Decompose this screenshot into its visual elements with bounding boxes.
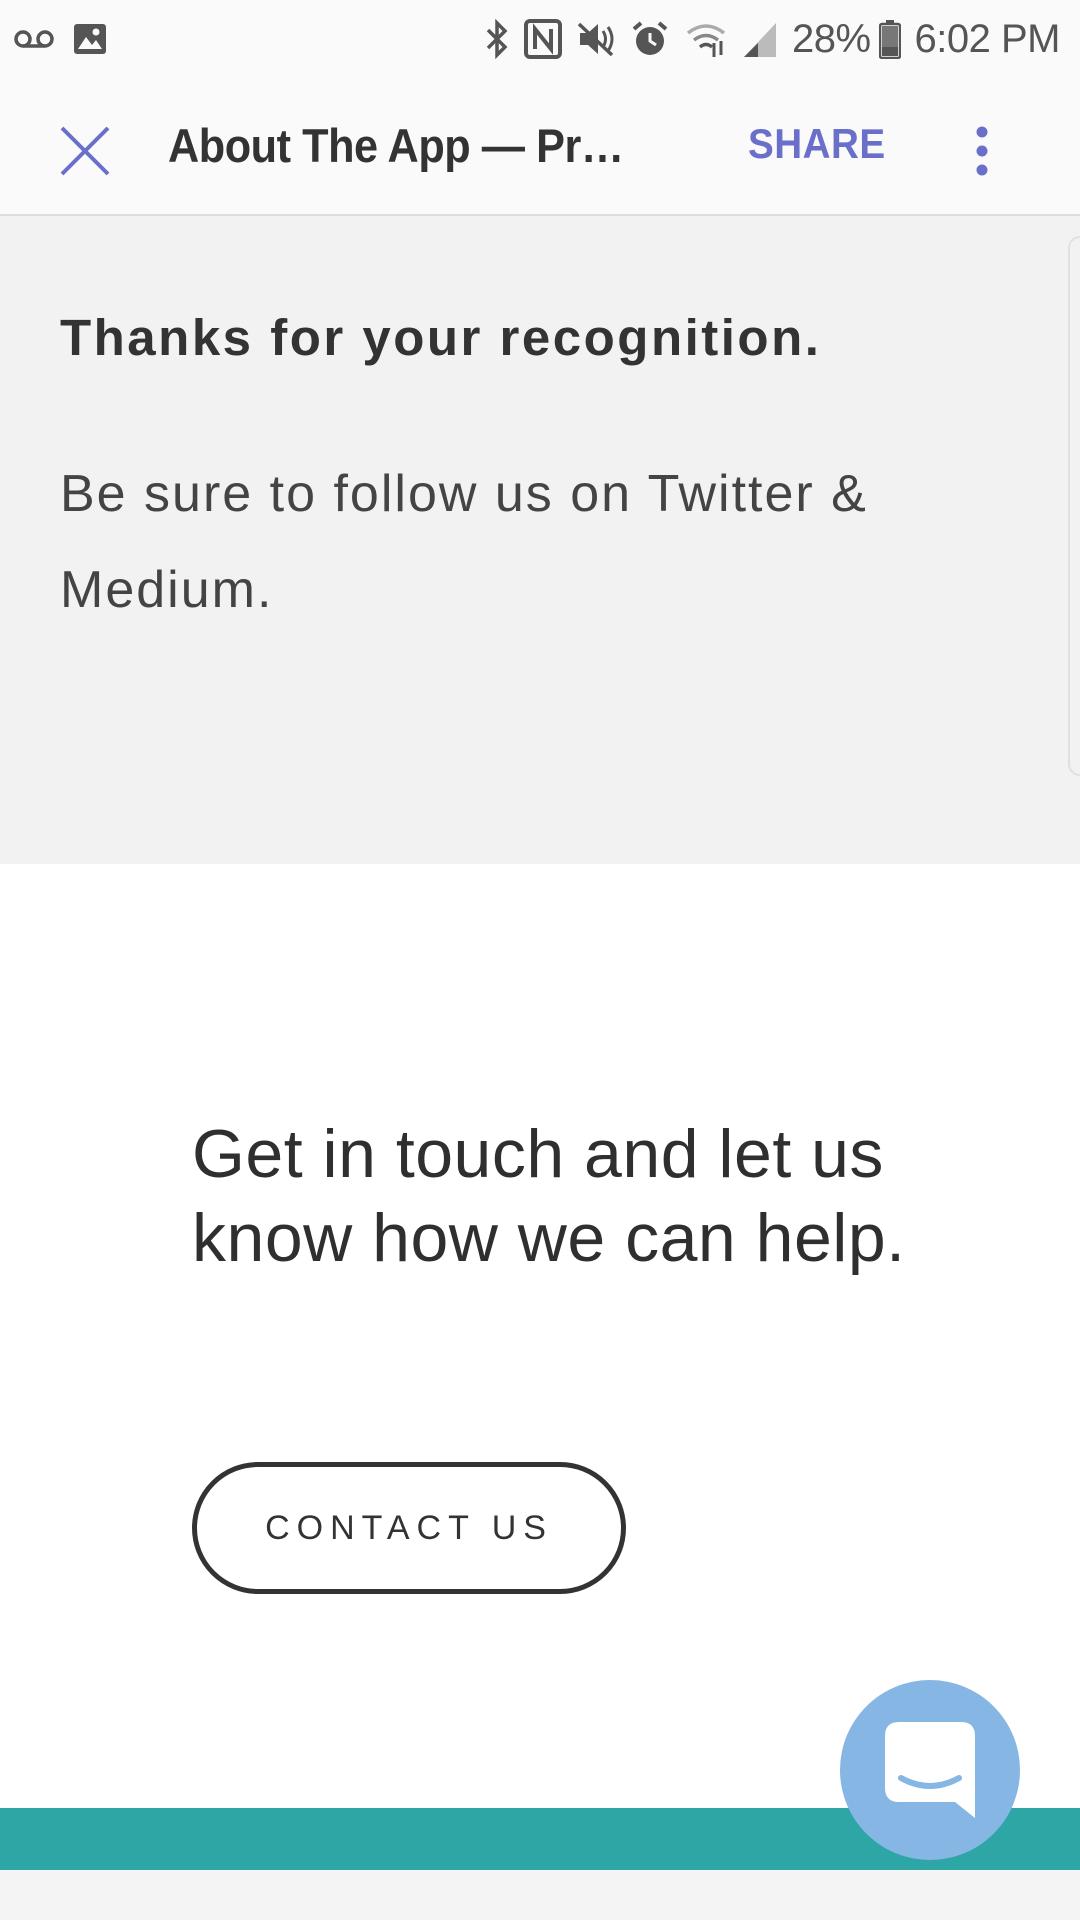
voicemail-icon <box>14 27 54 51</box>
battery-percent: 28% <box>791 16 871 61</box>
chat-icon <box>885 1722 975 1818</box>
close-icon <box>60 126 110 176</box>
more-vert-icon <box>976 126 988 176</box>
recognition-section: Thanks for your recognition. Be sure to … <box>0 216 1080 864</box>
nfc-icon <box>523 19 562 59</box>
page-title: About The App — Precision <box>168 119 628 172</box>
recognition-heading: Thanks for your recognition. <box>60 309 822 366</box>
alarm-icon <box>630 19 670 59</box>
contact-us-label: CONTACT US <box>265 1508 553 1547</box>
status-left-icons <box>14 21 126 57</box>
clock: 6:02 PM <box>914 16 1061 61</box>
more-options-button[interactable] <box>962 116 1002 186</box>
wifi-icon <box>684 19 728 59</box>
close-button[interactable] <box>50 116 120 186</box>
share-button[interactable]: SHARE <box>748 120 886 168</box>
chat-launcher-button[interactable] <box>840 1680 1020 1860</box>
contact-us-button[interactable]: CONTACT US <box>192 1462 626 1594</box>
status-bar: 28% 6:02 PM <box>0 0 1080 78</box>
custom-tab-toolbar: About The App — Precision SHARE <box>0 78 1080 216</box>
contact-heading: Get in touch and let us know how we can … <box>192 1116 906 1276</box>
follow-us-text: Be sure to follow us on Twitter & Medium… <box>60 465 868 619</box>
bluetooth-icon <box>484 19 510 59</box>
image-icon <box>72 21 108 57</box>
card-edge <box>1068 236 1080 776</box>
footer-strip <box>0 1870 1080 1920</box>
mute-icon <box>576 19 616 59</box>
battery-icon <box>878 19 901 59</box>
signal-icon <box>742 19 778 59</box>
status-right-icons: 28% 6:02 PM <box>470 16 1061 62</box>
